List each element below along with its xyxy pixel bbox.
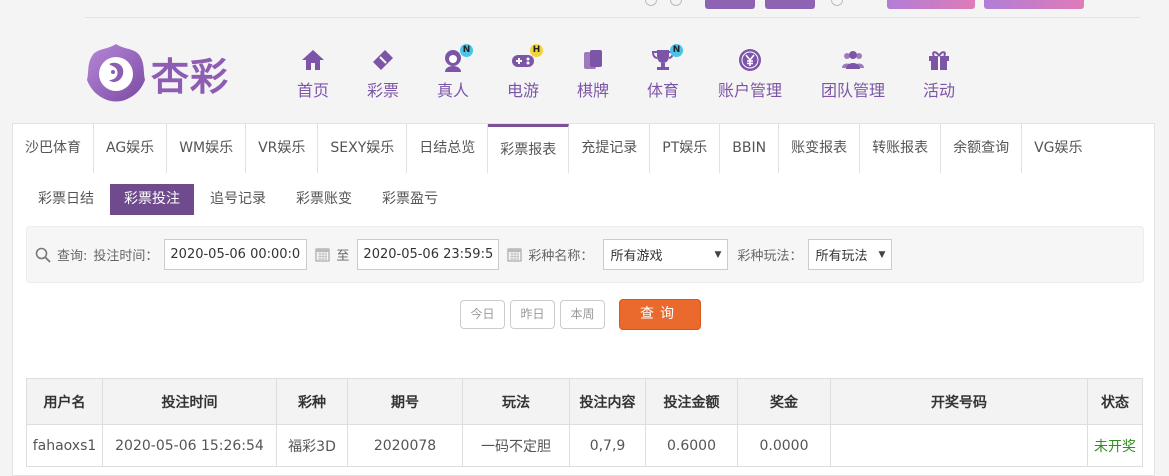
search-icon bbox=[35, 247, 51, 263]
tab-shaba-sports[interactable]: 沙巴体育 bbox=[13, 124, 94, 173]
withdraw-button[interactable] bbox=[765, 0, 815, 9]
yen-icon bbox=[739, 49, 761, 71]
subtab-lottery-bets[interactable]: 彩票投注 bbox=[110, 184, 194, 215]
sub-tabs: 彩票日结 彩票投注 追号记录 彩票账变 彩票盈亏 bbox=[24, 184, 454, 215]
col-bonus: 奖金 bbox=[737, 378, 831, 425]
bet-time-label: 投注时间： bbox=[93, 249, 159, 264]
subtab-lottery-profit-loss[interactable]: 彩票盈亏 bbox=[368, 184, 452, 215]
tab-vr[interactable]: VR娱乐 bbox=[246, 124, 319, 173]
gift-icon bbox=[929, 51, 949, 70]
message-button[interactable] bbox=[887, 0, 975, 9]
nav-badge: N bbox=[670, 44, 683, 57]
game-name-select[interactable]: 所有游戏 ▼ bbox=[603, 239, 729, 270]
cell-bet-time: 2020-05-06 15:26:54 bbox=[102, 424, 277, 467]
game-name-label: 彩种名称： bbox=[528, 249, 594, 264]
col-bet-content: 投注内容 bbox=[569, 378, 646, 425]
col-bet-amount: 投注金额 bbox=[645, 378, 738, 425]
table-row: fahaoxs1 2020-05-06 15:26:54 福彩3D 202007… bbox=[26, 424, 1143, 467]
tab-pt[interactable]: PT娱乐 bbox=[650, 124, 721, 173]
refresh-icon[interactable] bbox=[645, 0, 657, 6]
col-bet-time: 投注时间 bbox=[102, 378, 277, 425]
cell-bonus: 0.0000 bbox=[737, 424, 831, 467]
customer-service-button[interactable] bbox=[984, 0, 1084, 9]
start-time-input[interactable] bbox=[164, 239, 308, 270]
yesterday-button[interactable]: 昨日 bbox=[510, 300, 555, 329]
caret-down-icon: ▼ bbox=[714, 249, 722, 260]
this-week-button[interactable]: 本周 bbox=[560, 300, 605, 329]
tab-bbin[interactable]: BBIN bbox=[720, 124, 780, 173]
nav-item-home[interactable]: 首页 bbox=[280, 48, 346, 101]
nav-item-team[interactable]: 团队管理 bbox=[800, 48, 906, 101]
radio-icon[interactable] bbox=[831, 0, 843, 6]
cell-issue: 2020078 bbox=[347, 424, 463, 467]
cell-bet-content: 0,7,9 bbox=[569, 424, 646, 467]
tab-transfer-report[interactable]: 转账报表 bbox=[860, 124, 942, 173]
home-icon bbox=[302, 50, 324, 70]
col-issue: 期号 bbox=[347, 378, 463, 425]
query-buttons: 今日 昨日 本周 查询 bbox=[460, 299, 701, 330]
team-icon bbox=[842, 51, 864, 69]
tab-ag[interactable]: AG娱乐 bbox=[94, 124, 168, 173]
to-label: 至 bbox=[336, 249, 350, 264]
brand-name: 杏彩 bbox=[151, 53, 230, 99]
col-play: 玩法 bbox=[462, 378, 570, 425]
nav-badge: N bbox=[460, 44, 473, 57]
cards-icon bbox=[584, 50, 602, 69]
table-header-row: 用户名 投注时间 彩种 期号 玩法 投注内容 投注金额 奖金 开奖号码 状态 bbox=[26, 378, 1143, 425]
brand-logo[interactable]: 杏彩 bbox=[85, 42, 229, 104]
status-badge: 未开奖 bbox=[1087, 424, 1143, 467]
recharge-button[interactable] bbox=[705, 0, 755, 9]
content-panel: 彩票日结 彩票投注 追号记录 彩票账变 彩票盈亏 查询: 投注时间： 至 彩种名… bbox=[12, 173, 1155, 476]
cell-draw-number bbox=[830, 424, 1088, 467]
cell-play: 一码不定胆 bbox=[462, 424, 570, 467]
brand-emblem-icon bbox=[87, 44, 145, 102]
query-button[interactable]: 查询 bbox=[619, 299, 701, 330]
end-time-input[interactable] bbox=[357, 239, 500, 270]
subtab-chase-records[interactable]: 追号记录 bbox=[196, 184, 280, 215]
nav-badge: H bbox=[530, 44, 543, 57]
nav-item-lottery[interactable]: 彩票 bbox=[346, 48, 420, 101]
cell-lottery-type: 福彩3D bbox=[276, 424, 348, 467]
query-label: 查询: bbox=[57, 249, 88, 264]
bets-table: 用户名 投注时间 彩种 期号 玩法 投注内容 投注金额 奖金 开奖号码 状态 f… bbox=[26, 378, 1143, 467]
tab-vg[interactable]: VG娱乐 bbox=[1022, 124, 1094, 173]
play-type-label: 彩种玩法： bbox=[737, 249, 803, 264]
filter-bar: 查询: 投注时间： 至 彩种名称： 所有游戏 ▼ 彩种玩法： 所有玩法 ▼ bbox=[26, 226, 1144, 283]
tab-wm[interactable]: WM娱乐 bbox=[167, 124, 247, 173]
nav-item-live[interactable]: N 真人 bbox=[420, 44, 486, 101]
caret-down-icon: ▼ bbox=[878, 249, 886, 260]
tab-daily-overview[interactable]: 日结总览 bbox=[407, 124, 489, 173]
subtab-lottery-daily[interactable]: 彩票日结 bbox=[24, 184, 108, 215]
nav-item-promotions[interactable]: 活动 bbox=[906, 48, 972, 101]
main-nav: 首页 彩票 N 真人 H 电游 棋牌 N 体育 账户管理 团队管理 活动 bbox=[280, 44, 972, 101]
calendar-icon[interactable] bbox=[315, 247, 330, 262]
tab-balance-query[interactable]: 余额查询 bbox=[941, 124, 1023, 173]
nav-item-egames[interactable]: H 电游 bbox=[486, 44, 560, 101]
col-draw-number: 开奖号码 bbox=[830, 378, 1088, 425]
tab-sexy[interactable]: SEXY娱乐 bbox=[318, 124, 408, 173]
play-type-select[interactable]: 所有玩法 ▼ bbox=[808, 239, 893, 270]
nav-item-account[interactable]: 账户管理 bbox=[700, 48, 800, 101]
today-button[interactable]: 今日 bbox=[460, 300, 505, 329]
tab-account-change[interactable]: 账变报表 bbox=[779, 124, 861, 173]
col-lottery-type: 彩种 bbox=[276, 378, 348, 425]
nav-item-chess[interactable]: 棋牌 bbox=[560, 48, 626, 101]
tab-deposit-withdraw[interactable]: 充提记录 bbox=[569, 124, 651, 173]
col-username: 用户名 bbox=[26, 378, 103, 425]
calendar-icon[interactable] bbox=[507, 247, 522, 262]
subtab-lottery-account-change[interactable]: 彩票账变 bbox=[282, 184, 366, 215]
report-tabs: 沙巴体育 AG娱乐 WM娱乐 VR娱乐 SEXY娱乐 日结总览 彩票报表 充提记… bbox=[12, 123, 1155, 174]
col-status: 状态 bbox=[1087, 378, 1143, 425]
eye-icon[interactable] bbox=[670, 0, 682, 6]
cell-bet-amount: 0.6000 bbox=[645, 424, 738, 467]
lottery-icon bbox=[373, 50, 393, 70]
nav-item-sports[interactable]: N 体育 bbox=[626, 44, 700, 101]
tab-lottery-report[interactable]: 彩票报表 bbox=[488, 124, 570, 173]
cell-username: fahaoxs1 bbox=[26, 424, 103, 467]
top-utility-bar bbox=[85, 0, 1140, 18]
